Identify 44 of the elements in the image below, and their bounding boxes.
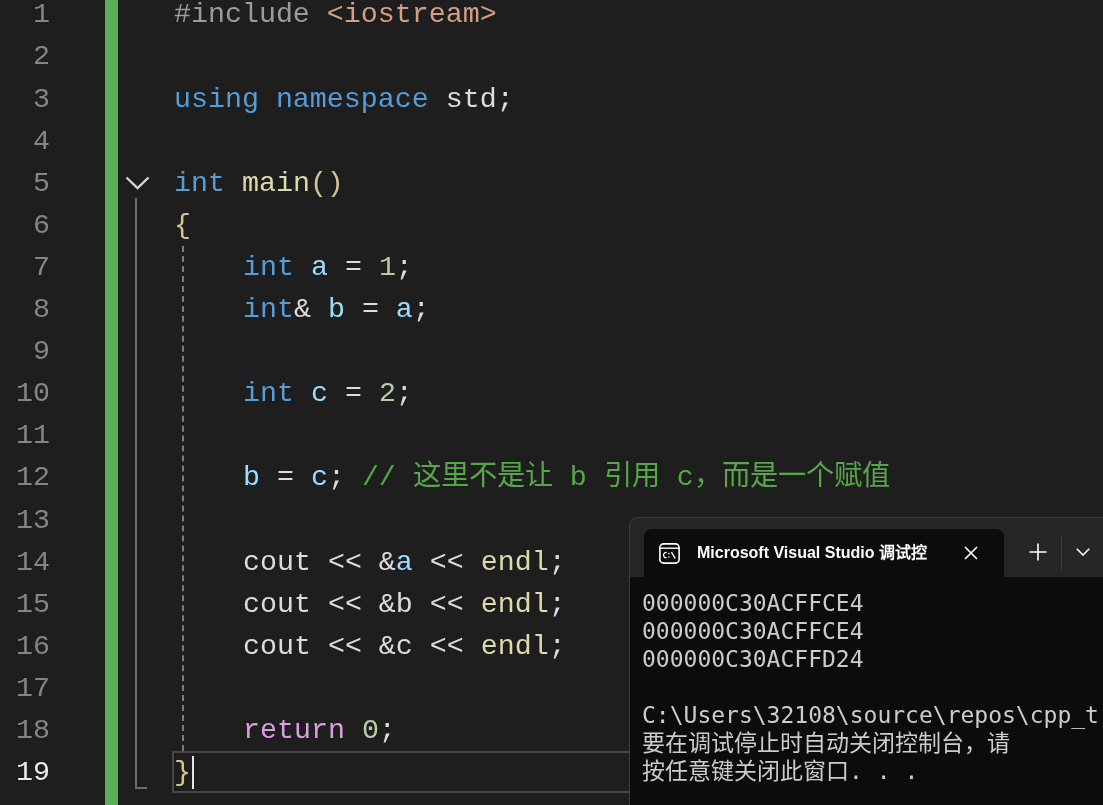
chevron-down-icon [1076, 548, 1090, 556]
console-tab[interactable]: Microsoft Visual Studio 调试控 [644, 529, 1004, 577]
line-number: 1 [33, 0, 50, 29]
plus-icon [1029, 543, 1047, 561]
line-number: 7 [33, 252, 50, 282]
line-number: 6 [33, 210, 50, 240]
console-output-line: 000000C30ACFFCE4 [642, 589, 864, 617]
terminal-icon [659, 542, 680, 564]
code-line: } [174, 758, 191, 787]
code-line: cout << &c << endl; [243, 631, 566, 661]
line-number: 13 [16, 505, 50, 534]
close-icon [964, 546, 978, 560]
fold-chevron-icon[interactable] [125, 175, 150, 190]
line-number: 19 [16, 758, 50, 787]
code-line: int a = 1; [243, 252, 413, 282]
line-number: 14 [16, 547, 50, 576]
console-message-line: C:\Users\32108\source\repos\cpp_t [642, 701, 1099, 729]
line-number: 17 [16, 673, 50, 703]
line-number: 16 [16, 631, 50, 661]
console-message-line: 要在调试停止时自动关闭控制台，请 [642, 729, 1010, 757]
code-line: #include <iostream> [174, 0, 497, 29]
line-number: 18 [16, 716, 50, 745]
line-number: 3 [33, 84, 50, 113]
console-output-line: 000000C30ACFFCE4 [642, 617, 864, 645]
console-message-line: 按任意键关闭此窗口. . . [642, 757, 919, 785]
line-number: 2 [33, 42, 50, 71]
code-line: cout << &b << endl; [243, 589, 566, 618]
line-number: 15 [16, 589, 50, 618]
code-line: int& b = a; [243, 295, 430, 324]
line-number: 9 [33, 337, 50, 366]
code-line: return 0; [243, 716, 396, 745]
code-line: int c = 2; [243, 379, 413, 408]
text-cursor-icon [192, 755, 194, 789]
line-number: 10 [16, 379, 50, 408]
line-number: 11 [16, 421, 50, 450]
line-number: 4 [33, 126, 50, 155]
line-number: 12 [16, 463, 50, 492]
console-output-line: 000000C30ACFFD24 [642, 645, 864, 673]
line-number: 8 [33, 295, 50, 324]
code-line: int main() [174, 168, 344, 198]
line-number: 5 [33, 168, 50, 198]
code-line: cout << &a << endl; [243, 547, 566, 576]
code-line: { [174, 210, 191, 240]
code-line: using namespace std; [174, 84, 514, 113]
